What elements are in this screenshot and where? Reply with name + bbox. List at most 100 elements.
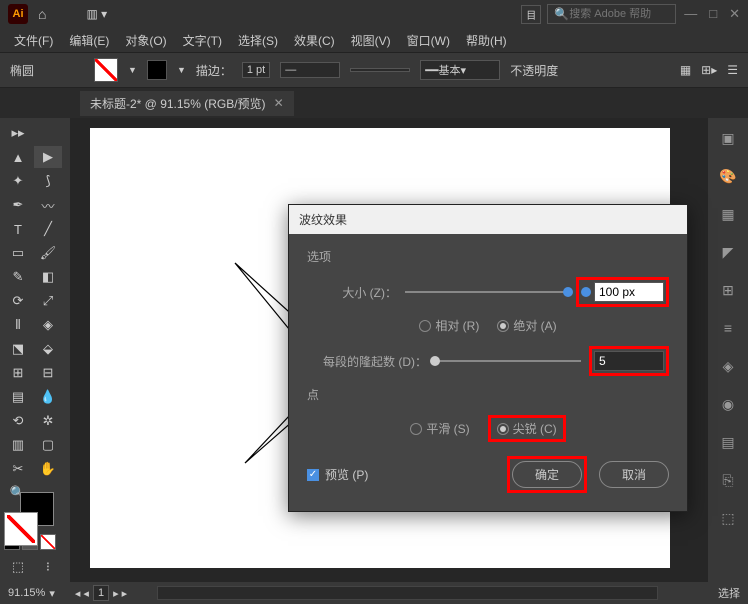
shaper-tool[interactable]: ✎ [4,266,32,288]
right-panels: ▣ 🎨 ▦ ◤ ⊞ ≡ ◈ ◉ ▤ ⎘ ⬚ [708,118,748,582]
ridges-slider[interactable] [435,360,581,362]
column-graph-tool[interactable]: ▥ [4,434,32,456]
pen-tool[interactable]: ✒ [4,194,32,216]
maximize-icon[interactable]: □ [709,6,717,22]
doc-info-icon[interactable]: 目 [521,5,541,24]
properties-panel-icon[interactable]: ▣ [717,128,739,148]
search-box[interactable]: 🔍 [547,4,676,24]
tab-close-icon[interactable]: ✕ [274,96,284,110]
layers-panel-icon[interactable]: ◈ [717,356,739,376]
eyedropper-tool[interactable]: 💧 [34,386,62,408]
expand-icon[interactable]: ▸▸ [4,122,32,144]
stroke-panel-icon[interactable]: ≡ [717,318,739,338]
home-icon[interactable]: ⌂ [38,6,46,22]
align-icon[interactable]: ▦ [680,63,691,77]
blend-tool[interactable]: ⟲ [4,410,32,432]
ok-button[interactable]: 确定 [512,461,582,488]
size-label: 大小 (Z)： [307,284,397,301]
artboard-tool[interactable]: ▢ [34,434,62,456]
menu-select[interactable]: 选择(S) [232,30,284,51]
scroll-dots-icon[interactable]: ⁝ [34,556,62,578]
none-mode-swatch[interactable] [40,534,56,550]
width-tool[interactable]: ⫴ [4,314,32,336]
lasso-tool[interactable]: ⟆ [34,170,62,192]
type-tool[interactable]: T [4,218,32,240]
corner-radio[interactable]: 尖锐 (C) [497,420,557,437]
symbols-panel-icon[interactable]: ⊞ [717,280,739,300]
menu-view[interactable]: 视图(V) [345,30,397,51]
libraries-panel-icon[interactable]: ⬚ [717,508,739,528]
menu-window[interactable]: 窗口(W) [401,30,456,51]
relative-radio[interactable]: 相对 (R) [419,317,479,334]
selection-label: 选择 [718,585,740,601]
gradient-tool[interactable]: ▤ [4,386,32,408]
appearance-panel-icon[interactable]: ◉ [717,394,739,414]
color-panel-icon[interactable]: 🎨 [717,166,739,186]
rotate-tool[interactable]: ⟳ [4,290,32,312]
search-input[interactable] [569,8,669,20]
menu-bar: 文件(F) 编辑(E) 对象(O) 文字(T) 选择(S) 效果(C) 视图(V… [0,28,748,52]
perspective-tool[interactable]: ⊞ [4,362,32,384]
swatches-panel-icon[interactable]: ▦ [717,204,739,224]
transform-icon[interactable]: ⊞▸ [701,63,717,77]
ridges-label: 每段的隆起数 (D)： [307,353,427,370]
paintbrush-tool[interactable]: 🖌 [34,242,62,264]
live-paint-tool[interactable]: ⬙ [34,338,62,360]
drawing-mode[interactable]: ⬚ [4,556,32,578]
free-transform-tool[interactable]: ◈ [34,314,62,336]
stroke-width-input[interactable]: 1 pt [242,62,270,78]
stroke-profile[interactable]: — [280,62,340,78]
asset-export-panel-icon[interactable]: ⎘ [717,470,739,490]
direct-selection-tool[interactable]: ▶ [34,146,62,168]
slice-tool[interactable]: ✂ [4,458,32,480]
ridges-input[interactable] [594,351,664,371]
menu-help[interactable]: 帮助(H) [460,30,513,51]
fill-swatch[interactable] [94,58,118,82]
chevron-down-icon[interactable]: ▼ [177,65,186,75]
hand-tool[interactable]: ✋ [34,458,62,480]
scale-tool[interactable]: ⤢ [34,290,62,312]
brushes-panel-icon[interactable]: ◤ [717,242,739,262]
size-slider[interactable] [405,291,568,293]
zigzag-dialog: 波纹效果 选项 大小 (Z)： 相对 (R) 绝对 (A) 每段的隆起数 (D)… [288,204,688,512]
slider-end-icon [581,287,591,297]
eraser-tool[interactable]: ◧ [34,266,62,288]
more-icon[interactable]: ☰ [727,63,738,77]
search-icon: 🔍 [554,7,569,21]
size-input[interactable] [594,282,664,302]
options-bar: 椭圆 ▼ ▼ 描边： 1 pt — ━━ 基本 ▾ 不透明度 ▦ ⊞▸ ☰ [0,52,748,88]
symbol-sprayer-tool[interactable]: ✲ [34,410,62,432]
layout-switcher[interactable]: ▥ ▾ [86,7,107,21]
opacity-label[interactable]: 不透明度 [510,62,558,79]
color-controls[interactable] [4,512,54,526]
fill-color-swatch[interactable] [4,512,38,546]
zoom-level[interactable]: 91.15% ▾ [8,587,55,600]
horizontal-scrollbar[interactable] [157,586,658,600]
rectangle-tool[interactable]: ▭ [4,242,32,264]
mesh-tool[interactable]: ⊟ [34,362,62,384]
graphic-style[interactable]: ━━ 基本 ▾ [420,60,500,80]
line-tool[interactable]: ╱ [34,218,62,240]
minimize-icon[interactable]: — [684,6,697,22]
cancel-button[interactable]: 取消 [599,461,669,488]
stroke-swatch[interactable] [147,60,167,80]
menu-edit[interactable]: 编辑(E) [63,30,115,51]
menu-type[interactable]: 文字(T) [177,30,228,51]
document-tab[interactable]: 未标题-2* @ 91.15% (RGB/预览) ✕ [80,91,294,116]
magic-wand-tool[interactable]: ✦ [4,170,32,192]
menu-object[interactable]: 对象(O) [119,30,172,51]
brush-def[interactable] [350,68,410,72]
title-bar: Ai ⌂ ▥ ▾ 目 🔍 — □ ✕ [0,0,748,28]
menu-effect[interactable]: 效果(C) [288,30,341,51]
transparency-panel-icon[interactable]: ▤ [717,432,739,452]
absolute-radio[interactable]: 绝对 (A) [497,317,556,334]
curvature-tool[interactable]: 〰 [34,194,62,216]
selection-tool[interactable]: ▲ [4,146,32,168]
smooth-radio[interactable]: 平滑 (S) [410,415,469,442]
close-icon[interactable]: ✕ [729,6,740,22]
artboard-nav[interactable]: ◂ ◂ 1 ▸ ▸ [75,585,127,601]
menu-file[interactable]: 文件(F) [8,30,59,51]
shape-builder-tool[interactable]: ⬔ [4,338,32,360]
chevron-down-icon[interactable]: ▼ [128,65,137,75]
preview-checkbox[interactable]: ✓预览 (P) [307,466,368,483]
